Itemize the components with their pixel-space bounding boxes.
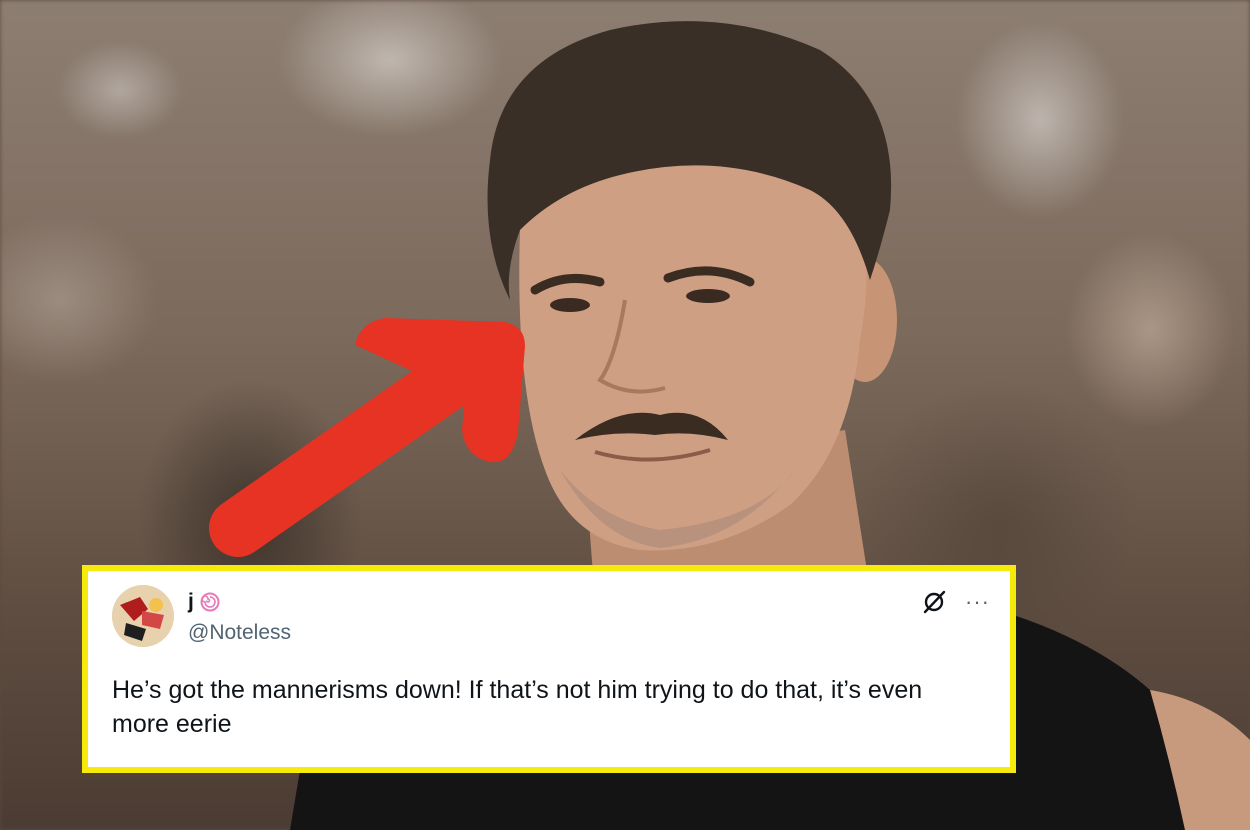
grok-icon[interactable] xyxy=(921,589,947,615)
tweet-actions: ··· xyxy=(921,589,990,615)
tweet-card[interactable]: j @Noteless ··· He’s got the mannerisms … xyxy=(82,565,1016,773)
spiral-swirl-icon xyxy=(200,592,220,612)
tweet-text: He’s got the mannerisms down! If that’s … xyxy=(112,676,923,738)
handle[interactable]: @Noteless xyxy=(188,621,291,645)
display-name[interactable]: j xyxy=(188,590,194,614)
red-arrow xyxy=(209,318,525,557)
avatar-image xyxy=(112,585,174,647)
name-row: j xyxy=(188,589,220,615)
left-eye xyxy=(550,298,590,312)
avatar[interactable] xyxy=(112,585,174,647)
more-icon[interactable]: ··· xyxy=(965,591,990,613)
right-eye xyxy=(686,289,730,303)
